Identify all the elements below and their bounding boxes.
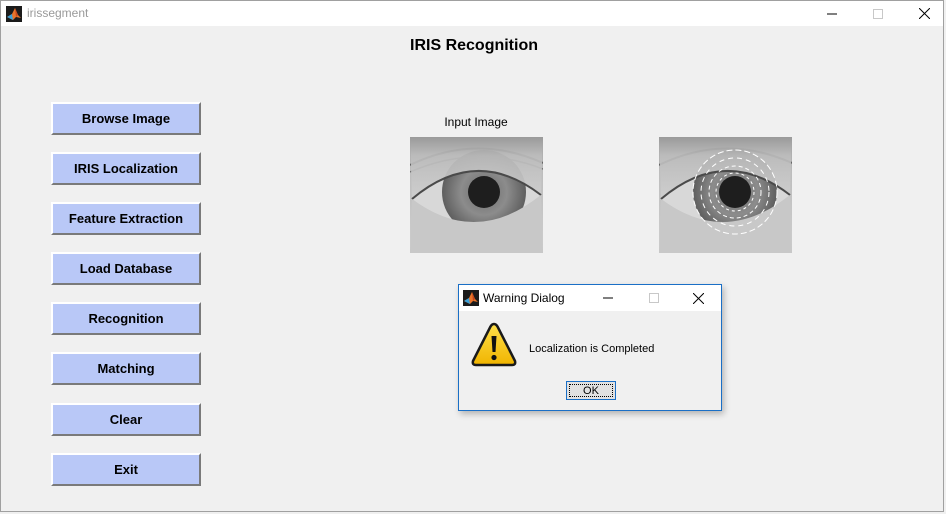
- minimize-icon: [827, 13, 837, 14]
- recognition-button[interactable]: Recognition: [51, 302, 201, 335]
- matlab-icon: [463, 290, 479, 306]
- input-image-caption: Input Image: [444, 115, 508, 129]
- input-eye-image: [410, 137, 543, 253]
- matching-button[interactable]: Matching: [51, 352, 201, 385]
- title-bar: irissegment: [1, 1, 943, 26]
- dialog-title: Warning Dialog: [483, 291, 565, 305]
- browse-image-button[interactable]: Browse Image: [51, 102, 201, 135]
- iris-localization-button[interactable]: IRIS Localization: [51, 152, 201, 185]
- load-database-button[interactable]: Load Database: [51, 252, 201, 285]
- dialog-message: Localization is Completed: [529, 343, 655, 355]
- feature-extraction-button[interactable]: Feature Extraction: [51, 202, 201, 235]
- close-icon: [918, 8, 930, 19]
- app-window: irissegment IRIS Recognition Browse Imag…: [0, 0, 944, 512]
- minimize-icon: [603, 297, 613, 299]
- warning-icon: [471, 322, 517, 367]
- window-title: irissegment: [27, 6, 89, 20]
- localized-eye-image: [659, 137, 792, 253]
- maximize-button[interactable]: [855, 1, 901, 26]
- close-icon: [692, 292, 704, 304]
- close-button[interactable]: [901, 1, 946, 26]
- minimize-button[interactable]: [809, 1, 855, 26]
- dialog-close-button[interactable]: [675, 285, 721, 311]
- maximize-icon: [649, 293, 659, 303]
- clear-button[interactable]: Clear: [51, 403, 201, 436]
- page-title: IRIS Recognition: [410, 37, 538, 54]
- exit-button[interactable]: Exit: [51, 453, 201, 486]
- dialog-title-bar: Warning Dialog: [459, 285, 721, 311]
- matlab-icon: [6, 6, 22, 22]
- warning-dialog: Warning Dialog Localization is Completed…: [458, 284, 722, 411]
- ok-button[interactable]: OK: [566, 381, 616, 400]
- dialog-minimize-button[interactable]: [585, 285, 631, 311]
- maximize-icon: [873, 8, 883, 19]
- dialog-maximize-button[interactable]: [631, 285, 677, 311]
